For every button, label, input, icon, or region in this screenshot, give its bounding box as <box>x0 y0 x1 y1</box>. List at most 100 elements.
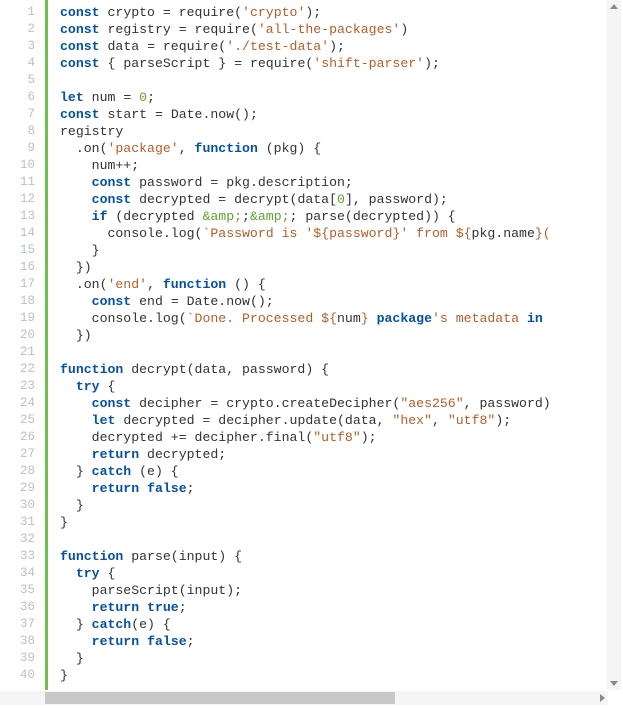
line-number: 21 <box>0 344 45 361</box>
code-line[interactable]: console.log(`Done. Processed ${num} pack… <box>60 310 623 327</box>
code-line[interactable]: try { <box>60 378 623 395</box>
code-line[interactable]: if (decrypted &amp;;&amp;; parse(decrypt… <box>60 208 623 225</box>
token-kw: return <box>92 634 139 649</box>
code-line[interactable]: } <box>60 514 623 531</box>
line-number: 20 <box>0 327 45 344</box>
token-plain: crypto <box>100 5 163 20</box>
token-kw: function <box>163 277 226 292</box>
code-line[interactable] <box>60 344 623 361</box>
code-line[interactable]: let num = 0; <box>60 89 623 106</box>
token-kw: false <box>147 634 187 649</box>
code-line[interactable]: }) <box>60 259 623 276</box>
token-punc: = <box>179 22 187 37</box>
token-kw: if <box>92 209 108 224</box>
token-tmpl: } <box>361 311 369 326</box>
code-line[interactable]: const decipher = crypto.createDecipher("… <box>60 395 623 412</box>
token-str: ' from <box>400 226 455 241</box>
token-punc: = <box>147 39 155 54</box>
code-content[interactable]: const crypto = require('crypto');const r… <box>45 0 623 690</box>
token-plain: decrypted <box>115 413 202 428</box>
code-area: 1234567891011121314151617181920212223242… <box>0 0 623 690</box>
token-num: 0 <box>337 192 345 207</box>
code-line[interactable]: const decrypted = decrypt(data[0], passw… <box>60 191 623 208</box>
code-line[interactable]: const end = Date.now(); <box>60 293 623 310</box>
code-line[interactable]: function decrypt(data, password) { <box>60 361 623 378</box>
token-tmpl: ${ <box>456 226 472 241</box>
token-plain: require( <box>242 56 313 71</box>
code-line[interactable]: } catch(e) { <box>60 616 623 633</box>
token-plain: (decrypted <box>107 209 202 224</box>
code-line[interactable]: return false; <box>60 480 623 497</box>
code-line[interactable] <box>60 531 623 548</box>
token-punc: = <box>155 107 163 122</box>
token-plain: Date.now(); <box>179 294 274 309</box>
code-line[interactable]: } <box>60 497 623 514</box>
line-number: 27 <box>0 446 45 463</box>
token-amp: &amp; <box>202 209 242 224</box>
token-plain: data <box>100 39 147 54</box>
horizontal-scrollbar[interactable] <box>0 691 608 705</box>
line-number: 9 <box>0 140 45 157</box>
token-kw: package <box>377 311 432 326</box>
code-line[interactable]: return true; <box>60 599 623 616</box>
line-number: 3 <box>0 38 45 55</box>
token-kw: const <box>92 192 132 207</box>
token-plain: , <box>147 277 163 292</box>
token-plain: decipher <box>131 396 210 411</box>
line-number: 4 <box>0 55 45 72</box>
scroll-up-icon[interactable] <box>610 4 618 9</box>
line-number: 15 <box>0 242 45 259</box>
horizontal-scrollbar-thumb[interactable] <box>45 692 395 704</box>
code-line[interactable]: let decrypted = decipher.update(data, "h… <box>60 412 623 429</box>
token-kw: const <box>60 5 100 20</box>
code-line[interactable]: registry <box>60 123 623 140</box>
token-plain: num++; <box>60 158 139 173</box>
line-number: 2 <box>0 21 45 38</box>
vertical-scrollbar[interactable] <box>607 0 621 690</box>
code-editor[interactable]: 1234567891011121314151617181920212223242… <box>0 0 623 708</box>
token-kw: return <box>92 600 139 615</box>
token-str <box>369 311 377 326</box>
code-line[interactable]: const password = pkg.description; <box>60 174 623 191</box>
scroll-down-icon[interactable] <box>610 681 618 686</box>
code-line[interactable]: parseScript(input); <box>60 582 623 599</box>
code-line[interactable]: num++; <box>60 157 623 174</box>
line-number: 25 <box>0 412 45 429</box>
token-kw: let <box>60 90 84 105</box>
token-plain: } <box>60 651 84 666</box>
token-plain <box>60 192 92 207</box>
code-line[interactable]: const { parseScript } = require('shift-p… <box>60 55 623 72</box>
code-line[interactable]: return decrypted; <box>60 446 623 463</box>
token-plain <box>60 396 92 411</box>
code-line[interactable]: const registry = require('all-the-packag… <box>60 21 623 38</box>
code-line[interactable]: } <box>60 242 623 259</box>
code-line[interactable]: try { <box>60 565 623 582</box>
code-line[interactable]: .on('package', function (pkg) { <box>60 140 623 157</box>
token-str: 'package' <box>107 141 178 156</box>
code-line[interactable]: console.log(`Password is '${password}' f… <box>60 225 623 242</box>
code-line[interactable]: const data = require('./test-data'); <box>60 38 623 55</box>
code-line[interactable]: function parse(input) { <box>60 548 623 565</box>
code-line[interactable]: } <box>60 667 623 684</box>
token-str: `Done. Processed <box>187 311 322 326</box>
token-kw: const <box>60 39 100 54</box>
token-plain <box>139 481 147 496</box>
code-line[interactable]: }) <box>60 327 623 344</box>
code-line[interactable]: } catch (e) { <box>60 463 623 480</box>
line-number: 11 <box>0 174 45 191</box>
token-plain: } <box>60 243 100 258</box>
token-str: 'end' <box>107 277 147 292</box>
code-line[interactable]: const crypto = require('crypto'); <box>60 4 623 21</box>
scroll-right-icon[interactable] <box>600 694 605 702</box>
code-line[interactable]: return false; <box>60 633 623 650</box>
code-line[interactable]: .on('end', function () { <box>60 276 623 293</box>
code-line[interactable] <box>60 72 623 89</box>
code-line[interactable]: } <box>60 650 623 667</box>
line-number: 18 <box>0 293 45 310</box>
token-plain: decrypted; <box>139 447 226 462</box>
token-plain: parse(input) { <box>123 549 242 564</box>
token-kw: true <box>147 600 179 615</box>
code-line[interactable]: const start = Date.now(); <box>60 106 623 123</box>
token-tmpl: ${ <box>321 311 337 326</box>
code-line[interactable]: decrypted += decipher.final("utf8"); <box>60 429 623 446</box>
